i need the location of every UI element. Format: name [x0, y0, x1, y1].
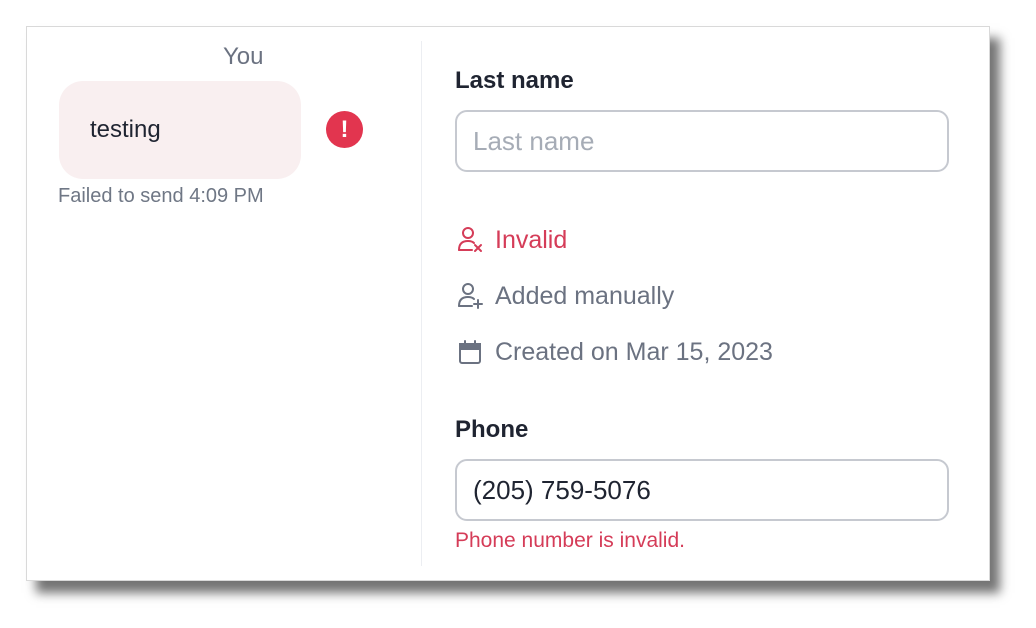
exclamation-icon[interactable]: !: [326, 111, 363, 148]
user-x-icon: [458, 227, 482, 252]
invalid-text: Invalid: [495, 225, 568, 254]
message-sender: You: [223, 43, 264, 70]
added-manually-row: Added manually: [455, 281, 674, 311]
message-status: Failed to send 4:09 PM: [58, 185, 264, 207]
phone-error-message: Phone number is invalid.: [455, 529, 685, 552]
last-name-label: Last name: [455, 67, 574, 94]
added-manually-text: Added manually: [495, 281, 675, 310]
last-name-input[interactable]: [455, 110, 949, 172]
phone-label: Phone: [455, 416, 529, 443]
contact-panel: You testing ! Failed to send 4:09 PM Las…: [26, 26, 990, 581]
created-date-text: Created on Mar 15, 2023: [495, 337, 773, 366]
invalid-status: Invalid: [455, 225, 567, 255]
phone-input[interactable]: [455, 459, 949, 521]
message-text: testing: [90, 116, 161, 143]
created-date-row: Created on Mar 15, 2023: [455, 337, 773, 367]
column-divider: [421, 41, 422, 566]
user-plus-icon: [458, 283, 483, 309]
calendar-icon: [459, 340, 481, 364]
message-bubble[interactable]: testing: [59, 81, 301, 179]
